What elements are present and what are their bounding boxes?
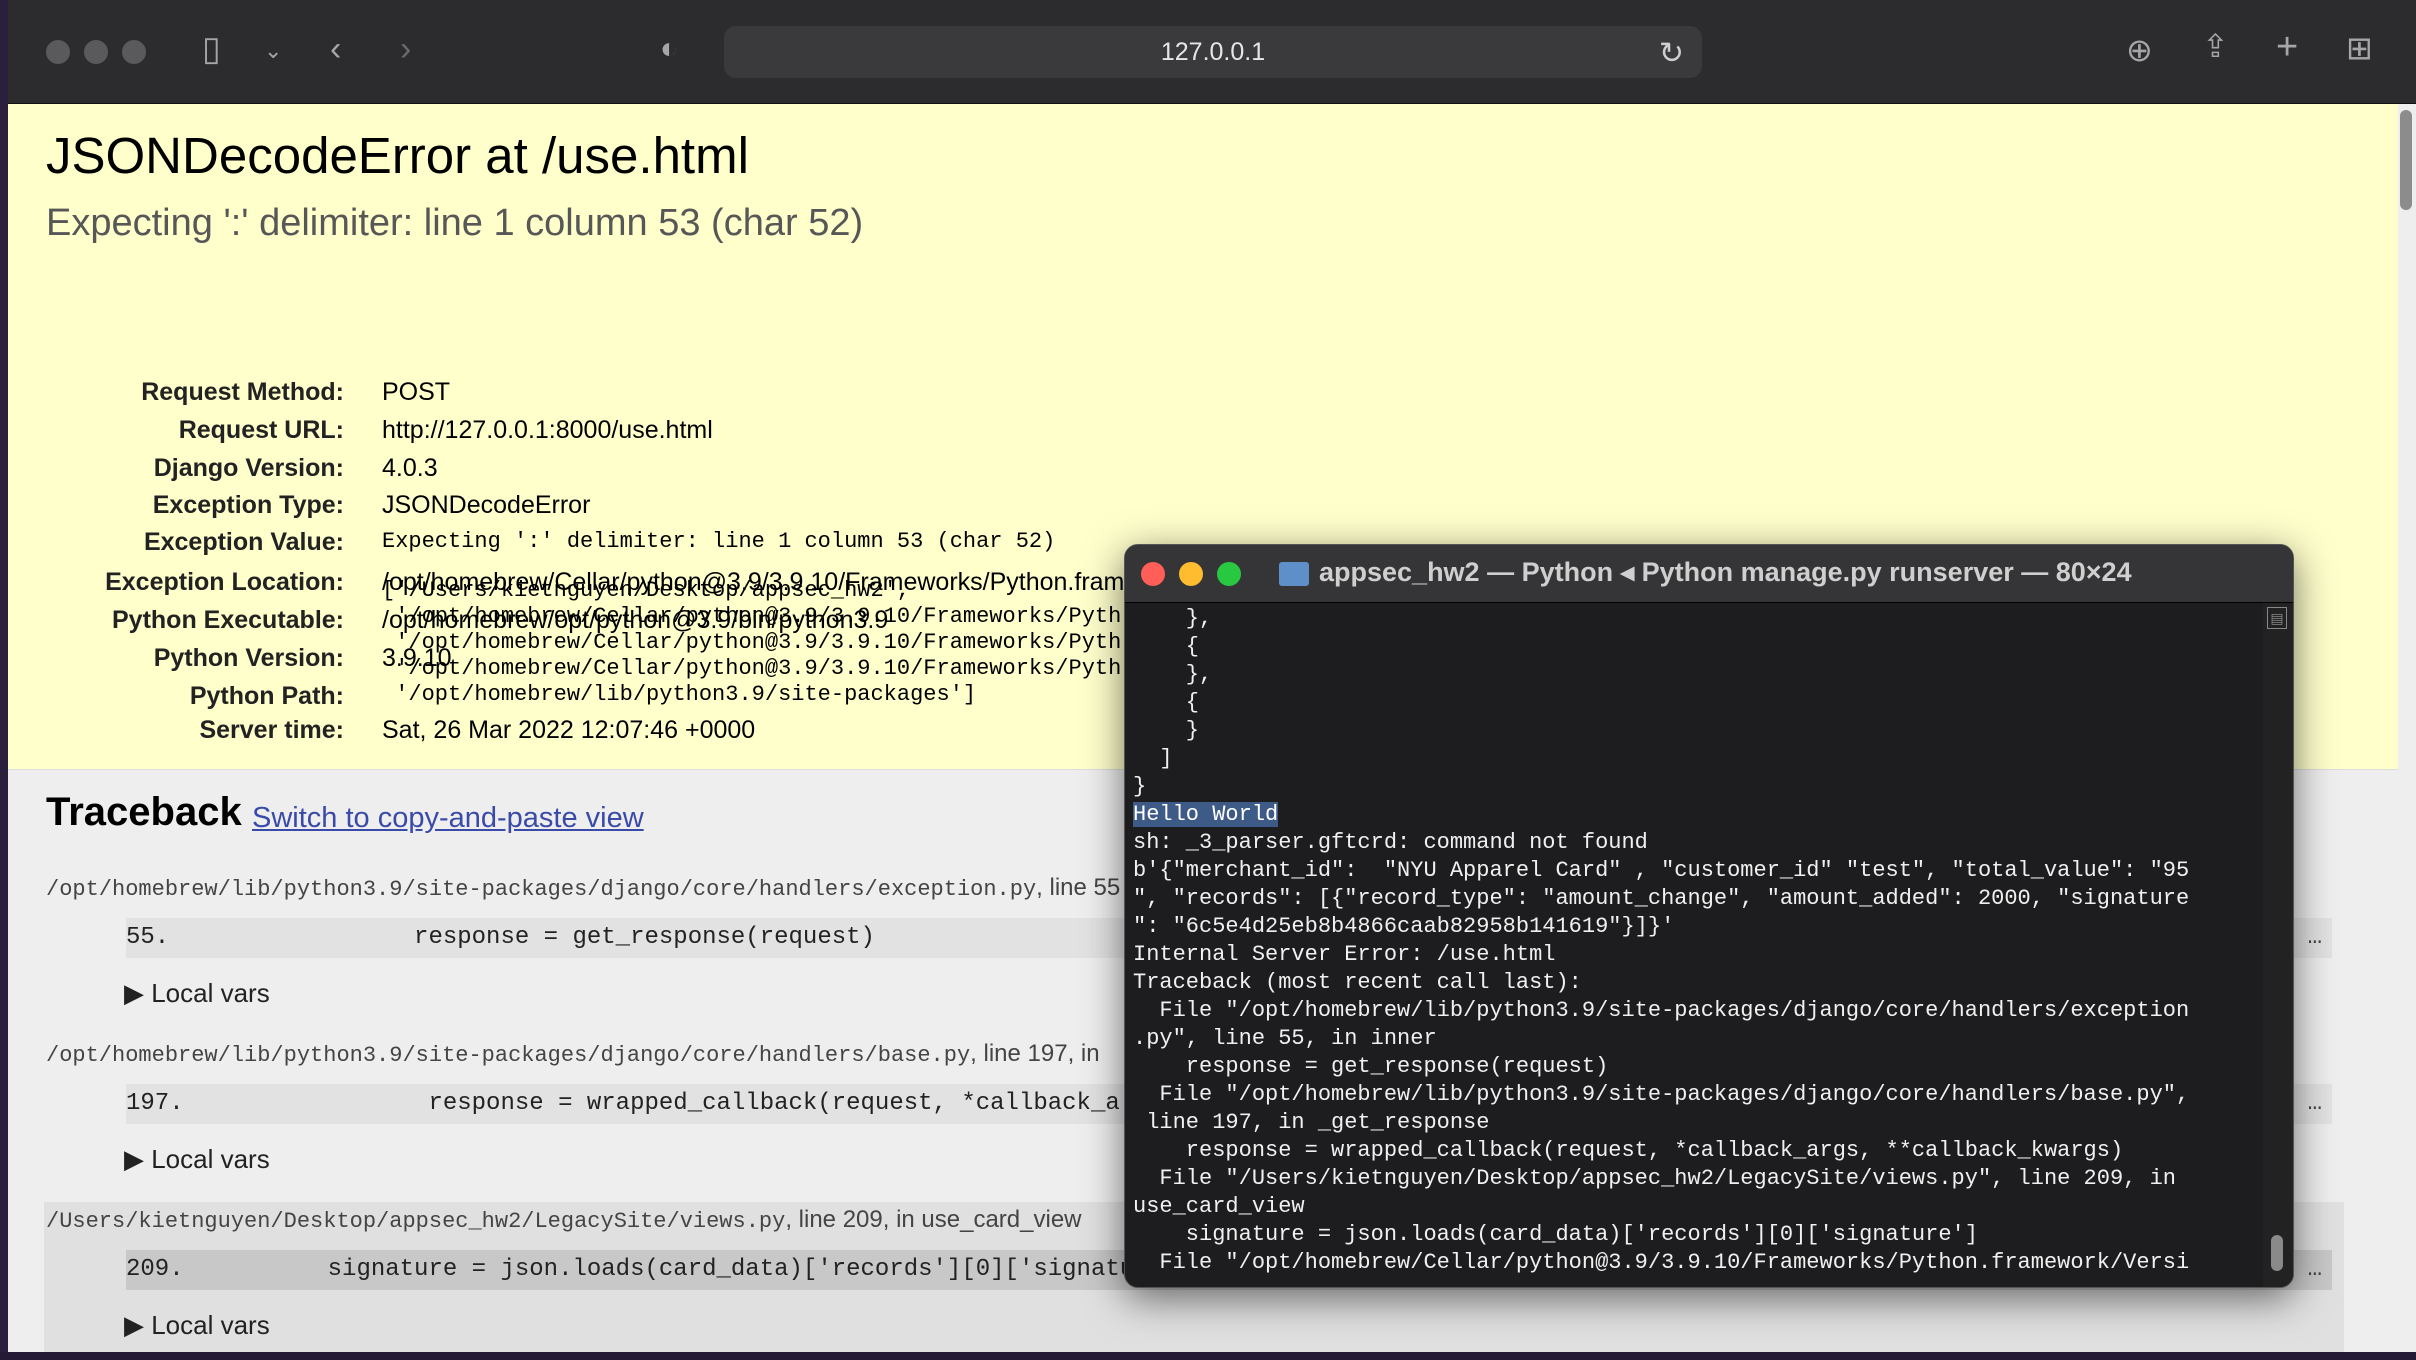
triangle-right-icon: ▶ [124, 1310, 152, 1340]
tab-overview-icon[interactable]: ⊞ [2346, 32, 2373, 64]
copy-paste-view-link[interactable]: Switch to copy-and-paste view [252, 802, 644, 835]
triangle-right-icon: ▶ [124, 1144, 152, 1174]
folder-icon [1279, 562, 1309, 586]
triangle-right-icon: ▶ [124, 978, 152, 1008]
terminal-close-button[interactable] [1141, 562, 1165, 586]
meta-value: http://127.0.0.1:8000/use.html [382, 416, 713, 444]
sidebar-toggle-icon[interactable]: ▯ [202, 32, 221, 66]
window-zoom-button[interactable] [122, 40, 146, 64]
selected-text: Hello World [1133, 802, 1279, 827]
meta-key: Server time: [199, 716, 344, 744]
split-pane-icon[interactable]: ▤ [2267, 607, 2287, 629]
more-icon[interactable]: … [2308, 918, 2322, 958]
meta-value: Expecting ':' delimiter: line 1 column 5… [382, 529, 1056, 554]
window-close-button[interactable] [46, 40, 70, 64]
terminal-scrollbar-track[interactable] [2263, 603, 2293, 1287]
address-bar[interactable]: 127.0.0.1 ↻ [724, 26, 1702, 78]
frame-path: /opt/homebrew/lib/python3.9/site-package… [46, 1040, 1100, 1068]
meta-row: Request Method: POST [8, 374, 2398, 410]
frame-path: /opt/homebrew/lib/python3.9/site-package… [46, 874, 1121, 902]
meta-value: Sat, 26 Mar 2022 12:07:46 +0000 [382, 716, 756, 744]
terminal-zoom-button[interactable] [1217, 562, 1241, 586]
terminal-window[interactable]: appsec_hw2 — Python ◂ Python manage.py r… [1124, 544, 2294, 1288]
window-minimize-button[interactable] [84, 40, 108, 64]
reload-icon[interactable]: ↻ [1659, 36, 1684, 71]
meta-value: 4.0.3 [382, 454, 438, 482]
frame-path: /Users/kietnguyen/Desktop/appsec_hw2/Leg… [46, 1206, 1082, 1234]
meta-value: JSONDecodeError [382, 491, 591, 519]
meta-key: Request Method: [141, 378, 344, 406]
terminal-output[interactable]: }, { }, { } ] } Hello World sh: _3_parse… [1133, 605, 2263, 1277]
meta-key: Exception Location: [105, 568, 344, 596]
meta-key: Exception Type: [152, 491, 344, 519]
traceback-heading: Traceback [46, 790, 242, 834]
meta-value: POST [382, 378, 451, 406]
more-icon[interactable]: … [2308, 1084, 2322, 1124]
meta-key: Python Executable: [112, 606, 344, 634]
local-vars-toggle[interactable]: ▶ Local vars [124, 1310, 270, 1341]
chevron-down-icon[interactable]: ⌄ [264, 40, 282, 62]
terminal-title-bar[interactable]: appsec_hw2 — Python ◂ Python manage.py r… [1125, 545, 2293, 603]
forward-icon[interactable]: › [400, 32, 411, 66]
url-text: 127.0.0.1 [1160, 37, 1266, 66]
error-subtitle: Expecting ':' delimiter: line 1 column 5… [46, 202, 864, 244]
privacy-shield-icon[interactable]: ◐ [660, 34, 678, 64]
meta-key: Python Path: [189, 682, 344, 710]
meta-row: Exception Type: JSONDecodeError [8, 487, 2398, 523]
back-icon[interactable]: ‹ [330, 32, 341, 66]
local-vars-toggle[interactable]: ▶ Local vars [124, 1144, 270, 1175]
page-title: JSONDecodeError at /use.html [46, 127, 749, 184]
meta-key: Exception Value: [143, 528, 344, 556]
meta-key: Django Version: [153, 454, 344, 482]
terminal-scrollbar-thumb[interactable] [2271, 1235, 2283, 1271]
terminal-minimize-button[interactable] [1179, 562, 1203, 586]
terminal-title: appsec_hw2 — Python ◂ Python manage.py r… [1319, 557, 2132, 587]
download-icon[interactable]: ⊕ [2126, 34, 2153, 66]
desktop-dock-edge [0, 1352, 2416, 1360]
meta-key: Python Version: [153, 644, 344, 672]
meta-row: Request URL: http://127.0.0.1:8000/use.ht… [8, 412, 2398, 448]
python-path-value: ['/Users/kietnguyen/Desktop/appsec_hw2',… [382, 578, 1122, 707]
meta-row: Django Version: 4.0.3 [8, 450, 2398, 486]
screen: ▯ ⌄ ‹ › ◐ 127.0.0.1 ↻ ⊕ ⇪ + ⊞ JSONDecode… [0, 0, 2416, 1360]
share-icon[interactable]: ⇪ [2202, 30, 2229, 62]
local-vars-toggle[interactable]: ▶ Local vars [124, 978, 270, 1009]
page-scrollbar[interactable] [2400, 110, 2412, 210]
meta-key: Request URL: [178, 416, 344, 444]
browser-toolbar: ▯ ⌄ ‹ › ◐ 127.0.0.1 ↻ ⊕ ⇪ + ⊞ [8, 0, 2416, 104]
more-icon[interactable]: … [2308, 1250, 2322, 1290]
desktop-background [0, 0, 8, 1360]
new-tab-icon[interactable]: + [2276, 28, 2298, 66]
